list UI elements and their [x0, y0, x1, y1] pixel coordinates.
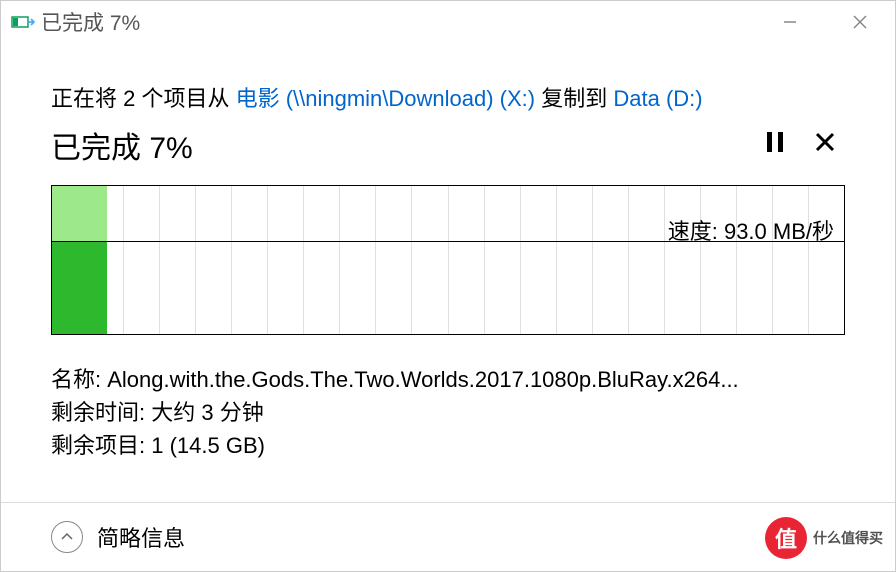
watermark-text: 什么值得买: [813, 528, 883, 548]
window-title: 已完成 7%: [41, 7, 755, 37]
speed-label: 速度: 93.0 MB/秒: [668, 214, 834, 246]
footer: 简略信息: [1, 502, 895, 571]
watermark-badge: 值: [765, 517, 807, 559]
copy-description: 正在将 2 个项目从 电影 (\\ningmin\Download) (X:) …: [51, 81, 845, 113]
items-label: 剩余项目:: [51, 433, 151, 458]
window-controls: [755, 1, 895, 43]
detail-name: 名称: Along.with.the.Gods.The.Two.Worlds.2…: [51, 363, 845, 396]
close-button[interactable]: [825, 1, 895, 43]
copy-prefix: 正在将 2 个项目从: [51, 86, 236, 111]
content-area: 正在将 2 个项目从 电影 (\\ningmin\Download) (X:) …: [1, 43, 895, 462]
progress-done-bar: [52, 241, 107, 334]
minimize-button[interactable]: [755, 1, 825, 43]
progress-remaining-bar: [52, 186, 107, 241]
pause-button[interactable]: [765, 131, 785, 160]
time-label: 剩余时间:: [51, 400, 151, 425]
detail-time: 剩余时间: 大约 3 分钟: [51, 396, 845, 429]
detail-items: 剩余项目: 1 (14.5 GB): [51, 429, 845, 462]
source-link[interactable]: 电影 (\\ningmin\Download) (X:): [236, 86, 536, 111]
cancel-button[interactable]: [815, 131, 835, 159]
action-buttons: [765, 131, 845, 160]
graph-grid: [52, 186, 844, 334]
details-section: 名称: Along.with.the.Gods.The.Two.Worlds.2…: [51, 363, 845, 462]
copy-middle: 复制到: [535, 86, 613, 111]
speed-value: 93.0 MB/秒: [724, 219, 834, 244]
speed-label-text: 速度:: [668, 219, 724, 244]
dest-link[interactable]: Data (D:): [613, 86, 702, 111]
name-value: Along.with.the.Gods.The.Two.Worlds.2017.…: [107, 367, 738, 392]
time-value: 大约 3 分钟: [151, 400, 263, 425]
toggle-details-button[interactable]: [51, 521, 83, 553]
status-row: 已完成 7%: [51, 123, 845, 167]
titlebar: 已完成 7%: [1, 1, 895, 43]
progress-status: 已完成 7%: [51, 123, 193, 167]
toggle-details-label[interactable]: 简略信息: [97, 521, 185, 553]
items-value: 1 (14.5 GB): [151, 433, 265, 458]
copy-progress-icon: [11, 12, 35, 32]
name-label: 名称:: [51, 367, 107, 392]
watermark: 值 什么值得买: [765, 517, 883, 559]
speed-graph: 速度: 93.0 MB/秒: [51, 185, 845, 335]
